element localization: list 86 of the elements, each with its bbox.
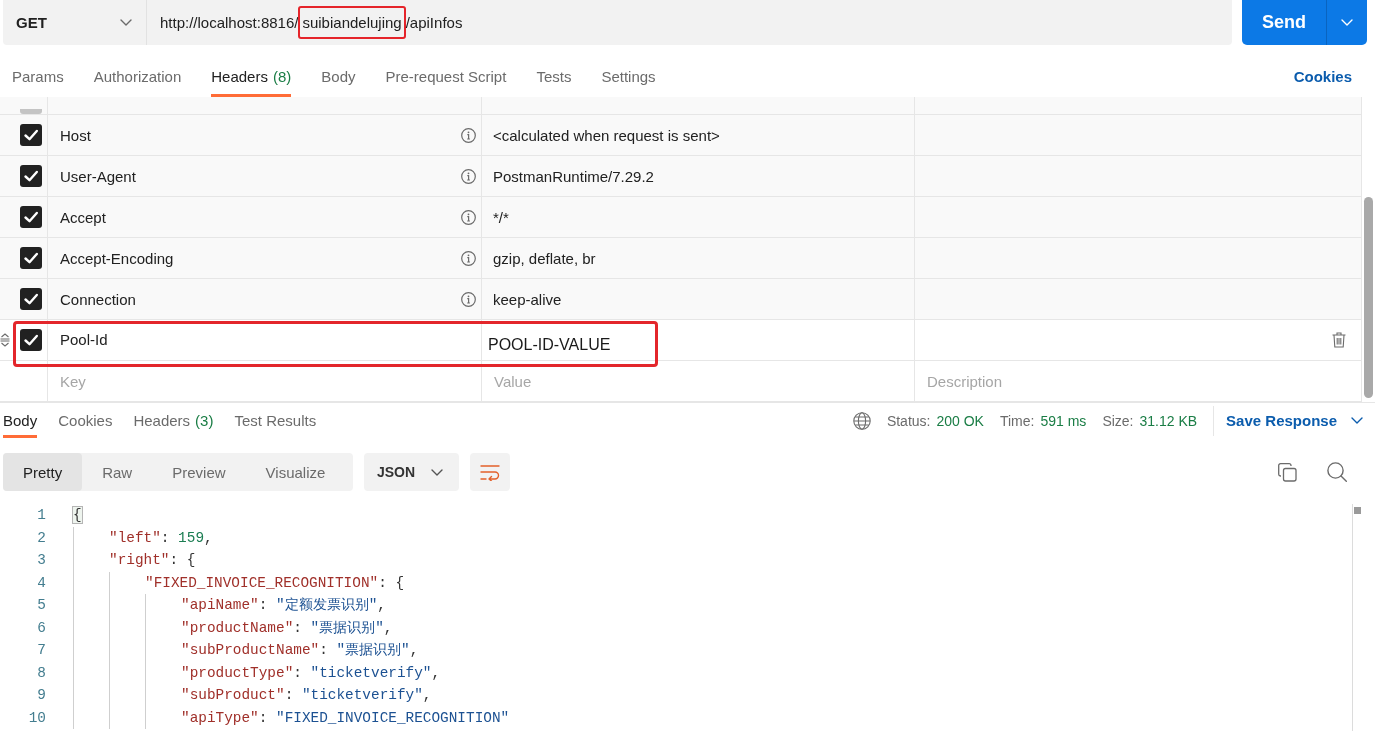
scrollbar[interactable] — [1364, 197, 1373, 398]
caret-icon — [1351, 417, 1363, 424]
scrollbar[interactable] — [1352, 504, 1362, 731]
line-number: 7 — [36, 641, 46, 660]
code-line: "subProduct": "ticketverify", — [181, 686, 432, 705]
header-key: Accept — [60, 208, 106, 226]
header-key: Accept-Encoding — [60, 249, 174, 267]
checkbox-icon — [20, 109, 42, 114]
key-input[interactable]: Key — [48, 361, 481, 401]
header-value: POOL-ID-VALUE — [488, 335, 611, 354]
info-icon[interactable] — [461, 291, 476, 307]
header-key: User-Agent — [60, 167, 136, 185]
header-key: Connection — [60, 290, 136, 308]
method-select[interactable]: GET — [3, 0, 146, 45]
header-key: Host — [60, 126, 91, 144]
code-line: "productType": "ticketverify", — [181, 663, 441, 683]
line-number: 5 — [36, 596, 46, 615]
line-number: 3 — [36, 551, 46, 570]
response-stat-value: 200 OK — [936, 412, 984, 429]
tab[interactable]: Test Results — [234, 403, 317, 438]
checkbox-icon[interactable] — [20, 165, 42, 187]
checkbox-icon[interactable] — [20, 124, 42, 146]
response-stat-value: 31.12 KB — [1139, 412, 1198, 429]
header-key: Pool-Id — [60, 330, 108, 348]
view-option[interactable]: Preview — [152, 453, 246, 491]
copy-icon[interactable] — [1278, 462, 1297, 482]
tab[interactable]: Body — [321, 55, 356, 97]
line-number: 4 — [36, 573, 46, 593]
checkbox-icon[interactable] — [20, 329, 42, 351]
save-response-button[interactable]: Save Response — [1226, 412, 1363, 429]
tab[interactable]: Headers (3) — [133, 403, 214, 438]
code-line: "productName": "票据识别", — [181, 618, 393, 638]
view-option[interactable]: Pretty — [3, 453, 83, 491]
info-icon[interactable] — [461, 209, 476, 225]
description-input[interactable]: Description — [915, 361, 1361, 401]
globe-icon[interactable] — [852, 411, 871, 430]
tab[interactable]: Pre-request Script — [385, 55, 507, 97]
tab[interactable]: Body — [3, 403, 38, 438]
line-number: 6 — [36, 618, 46, 638]
tab[interactable]: Cookies — [58, 403, 113, 438]
value-input[interactable]: Value — [482, 361, 914, 401]
text-wrap-icon — [480, 463, 500, 481]
response-stat-label: Status: — [886, 412, 931, 429]
code-line: "apiType": "FIXED_INVOICE_RECOGNITION" — [181, 708, 510, 728]
checkbox-icon[interactable] — [20, 206, 42, 228]
response-stat-label: Size: — [1102, 412, 1134, 429]
checkbox-icon[interactable] — [20, 288, 42, 310]
tab[interactable]: Settings — [601, 55, 656, 97]
search-icon[interactable] — [1327, 462, 1347, 482]
trash-icon[interactable] — [1332, 332, 1346, 348]
tab[interactable]: Tests — [536, 55, 572, 97]
line-number: 10 — [27, 708, 46, 728]
line-number: 9 — [36, 686, 46, 705]
line-number: 1 — [36, 506, 46, 525]
info-icon[interactable] — [461, 168, 476, 184]
code-line: "FIXED_INVOICE_RECOGNITION": { — [145, 573, 405, 593]
caret-icon — [431, 468, 443, 476]
line-number: 2 — [36, 528, 46, 548]
header-value: keep-alive — [493, 290, 562, 308]
drag-handle-icon[interactable] — [0, 333, 10, 347]
send-options-button[interactable] — [1326, 0, 1367, 45]
line-number: 8 — [36, 663, 46, 683]
info-icon[interactable] — [461, 127, 476, 143]
info-icon[interactable] — [461, 250, 476, 266]
format-select[interactable]: JSON — [364, 453, 459, 491]
header-value: <calculated when request is sent> — [493, 126, 720, 144]
checkbox-icon[interactable] — [20, 247, 42, 269]
caret-icon — [1341, 19, 1353, 26]
header-value: */* — [493, 208, 509, 226]
code-line: "apiName": "定额发票识别", — [181, 596, 386, 615]
code-line: "right": { — [109, 551, 196, 570]
caret-icon — [120, 19, 132, 26]
code-line: "left": 159, — [109, 528, 213, 548]
view-option[interactable]: Raw — [82, 453, 153, 491]
code-line: "subProductName": "票据识别", — [181, 641, 419, 660]
response-stat-label: Time: — [999, 412, 1035, 429]
cookies-link[interactable]: Cookies — [1293, 67, 1352, 85]
tab[interactable]: Params — [12, 55, 64, 97]
url-field[interactable]: http://localhost:8816/ suibiandelujing /apiInfos — [146, 0, 1232, 45]
send-button[interactable]: Send — [1242, 0, 1326, 45]
tab[interactable]: Authorization — [93, 55, 182, 97]
view-option[interactable]: Visualize — [245, 453, 346, 491]
response-stat-value: 591 ms — [1040, 412, 1087, 429]
header-value: PostmanRuntime/7.29.2 — [493, 167, 654, 185]
annotation-box: suibiandelujing — [298, 6, 406, 39]
header-value: gzip, deflate, br — [493, 249, 596, 267]
